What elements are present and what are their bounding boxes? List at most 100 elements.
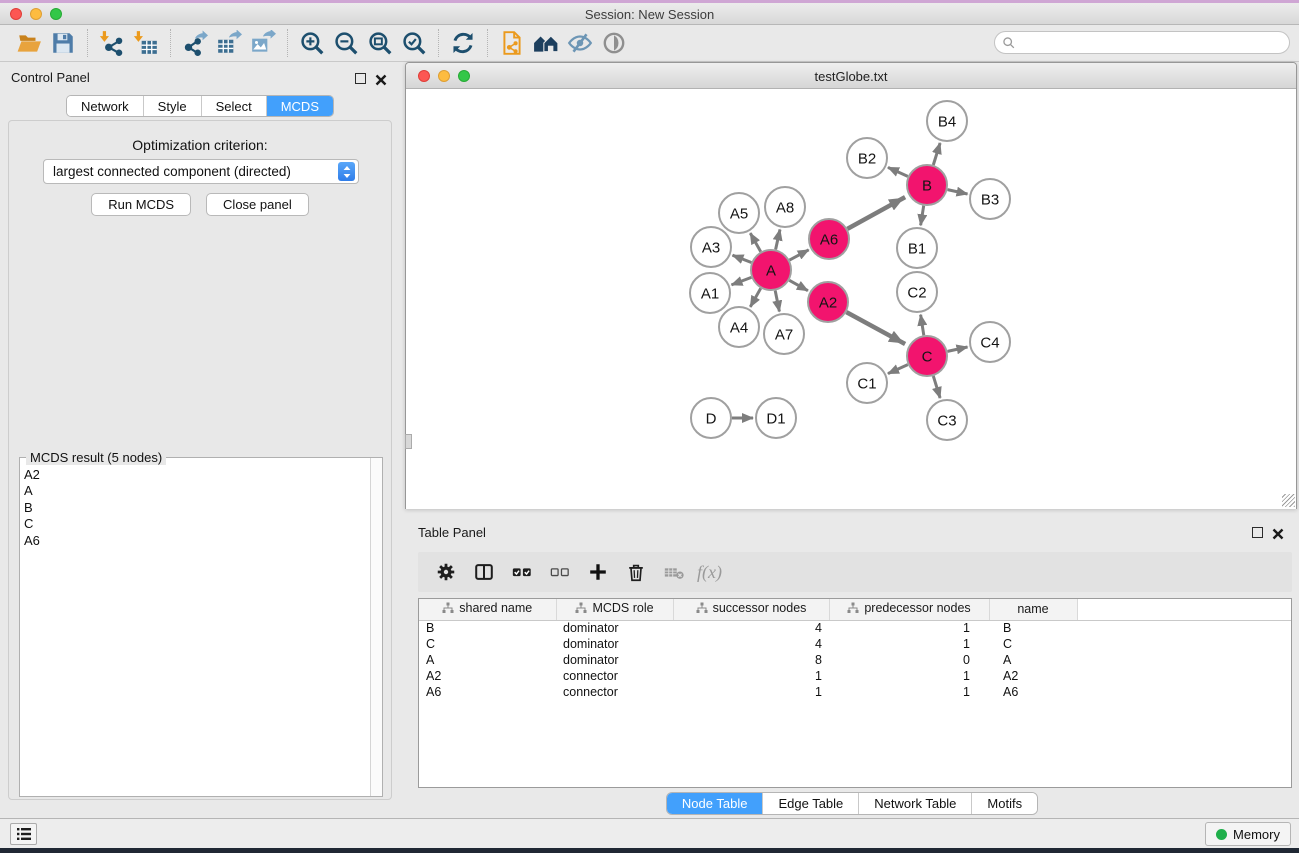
graph-edge-A-A7[interactable] [775,291,779,312]
graph-edge-B-B1[interactable] [921,206,924,226]
graph-edge-A-A6[interactable] [790,250,809,260]
memory-button[interactable]: Memory [1205,822,1291,846]
graph-edge-A-A2[interactable] [789,280,808,290]
tab-node-table[interactable]: Node Table [667,793,764,814]
column-header-name[interactable]: name [989,599,1077,620]
tab-network[interactable]: Network [67,96,144,116]
graph-edge-A-A1[interactable] [732,277,752,285]
graph-edge-A-A4[interactable] [750,288,760,307]
column-header-mcds-role[interactable]: MCDS role [556,599,673,620]
graph-node-C[interactable]: C [907,336,947,376]
zoom-out-button[interactable] [329,28,363,58]
graph-node-B2[interactable]: B2 [847,138,887,178]
column-header-successor-nodes[interactable]: successor nodes [673,599,829,620]
table-row[interactable]: A6connector11A6 [419,684,1291,700]
export-network-button[interactable] [178,28,212,58]
deselect-all-button[interactable] [541,556,579,588]
graph-edge-B-B2[interactable] [888,167,908,176]
graph-node-D[interactable]: D [691,398,731,438]
graph-edge-B-B4[interactable] [933,143,940,165]
task-history-button[interactable] [10,823,37,845]
tab-select[interactable]: Select [202,96,267,116]
graph-node-B4[interactable]: B4 [927,101,967,141]
tab-motifs[interactable]: Motifs [972,793,1037,814]
graph-node-A3[interactable]: A3 [691,227,731,267]
mcds-result-item[interactable]: A6 [24,533,370,549]
graph-node-A8[interactable]: A8 [765,187,805,227]
save-session-button[interactable] [46,28,80,58]
close-panel-icon[interactable] [375,73,387,85]
apply-layout-button[interactable] [446,28,480,58]
graph-edge-B-B3[interactable] [948,190,968,194]
graph-edge-A-A8[interactable] [776,230,780,250]
mcds-result-item[interactable]: B [24,500,370,516]
table-row[interactable]: Cdominator41C [419,636,1291,652]
graph-edge-C-C2[interactable] [921,315,924,336]
add-column-button[interactable] [579,556,617,588]
tab-edge-table[interactable]: Edge Table [763,793,859,814]
function-builder-button[interactable]: f(x) [693,562,722,583]
home-button[interactable] [529,28,563,58]
network-document-button[interactable] [495,28,529,58]
graph-node-C4[interactable]: C4 [970,322,1010,362]
mcds-result-item[interactable]: A [24,483,370,499]
tab-network-table[interactable]: Network Table [859,793,972,814]
show-panel-button[interactable] [597,28,631,58]
export-table-button[interactable] [212,28,246,58]
float-panel-icon[interactable] [355,73,366,84]
search-field[interactable] [994,31,1290,54]
graph-edge-C-C1[interactable] [888,365,908,374]
import-table-button[interactable] [129,28,163,58]
graph-node-C2[interactable]: C2 [897,272,937,312]
graph-node-C1[interactable]: C1 [847,363,887,403]
run-mcds-button[interactable]: Run MCDS [91,193,191,216]
graph-node-A2[interactable]: A2 [808,282,848,322]
mcds-result-item[interactable]: C [24,516,370,532]
open-file-button[interactable] [12,28,46,58]
search-input[interactable] [1016,33,1289,52]
graph-node-B3[interactable]: B3 [970,179,1010,219]
graph-edge-A-A5[interactable] [750,233,760,252]
graph-node-C3[interactable]: C3 [927,400,967,440]
close-panel-button[interactable]: Close panel [206,193,309,216]
float-table-panel-icon[interactable] [1252,527,1263,538]
window-resize-grip[interactable] [1282,494,1295,507]
zoom-fit-button[interactable] [363,28,397,58]
table-row[interactable]: Bdominator41B [419,620,1291,636]
graph-node-D1[interactable]: D1 [756,398,796,438]
import-network-button[interactable] [95,28,129,58]
network-canvas[interactable]: B4 B2 B B3 A8A5 A6 A3 B1 A A1 C2 A2 A4A7 C4 C C1 C3 D D1 [406,89,1296,509]
mcds-result-item[interactable]: A2 [24,467,370,483]
graph-node-A1[interactable]: A1 [690,273,730,313]
graph-node-A4[interactable]: A4 [719,307,759,347]
graph-node-A7[interactable]: A7 [764,314,804,354]
graph-node-A6[interactable]: A6 [809,219,849,259]
zoom-in-button[interactable] [295,28,329,58]
graph-node-A5[interactable]: A5 [719,193,759,233]
graph-edge-C-C3[interactable] [933,376,940,398]
delete-columns-button[interactable] [617,556,655,588]
graph-node-A[interactable]: A [751,250,791,290]
export-image-button[interactable] [246,28,280,58]
tab-style[interactable]: Style [144,96,202,116]
close-table-panel-icon[interactable] [1272,527,1284,539]
column-header-predecessor-nodes[interactable]: predecessor nodes [829,599,989,620]
select-all-button[interactable] [503,556,541,588]
graph-node-B1[interactable]: B1 [897,228,937,268]
delete-table-button[interactable] [655,556,693,588]
graph-edge-C-C4[interactable] [948,347,968,351]
graph-edge-A2-C[interactable] [846,312,905,344]
zoom-selected-button[interactable] [397,28,431,58]
table-row[interactable]: Adominator80A [419,652,1291,668]
graph-edge-A-A3[interactable] [733,255,752,262]
graph-node-B[interactable]: B [907,165,947,205]
split-view-button[interactable] [465,556,503,588]
column-header-shared-name[interactable]: shared name [419,599,556,620]
table-row[interactable]: A2connector11A2 [419,668,1291,684]
tab-mcds[interactable]: MCDS [267,96,333,116]
result-scrollbar[interactable] [370,458,382,796]
window-left-grip[interactable] [405,434,412,449]
graph-edge-A6-B[interactable] [847,197,905,229]
hide-panel-button[interactable] [563,28,597,58]
criterion-dropdown[interactable]: largest connected component (directed) [43,159,359,184]
